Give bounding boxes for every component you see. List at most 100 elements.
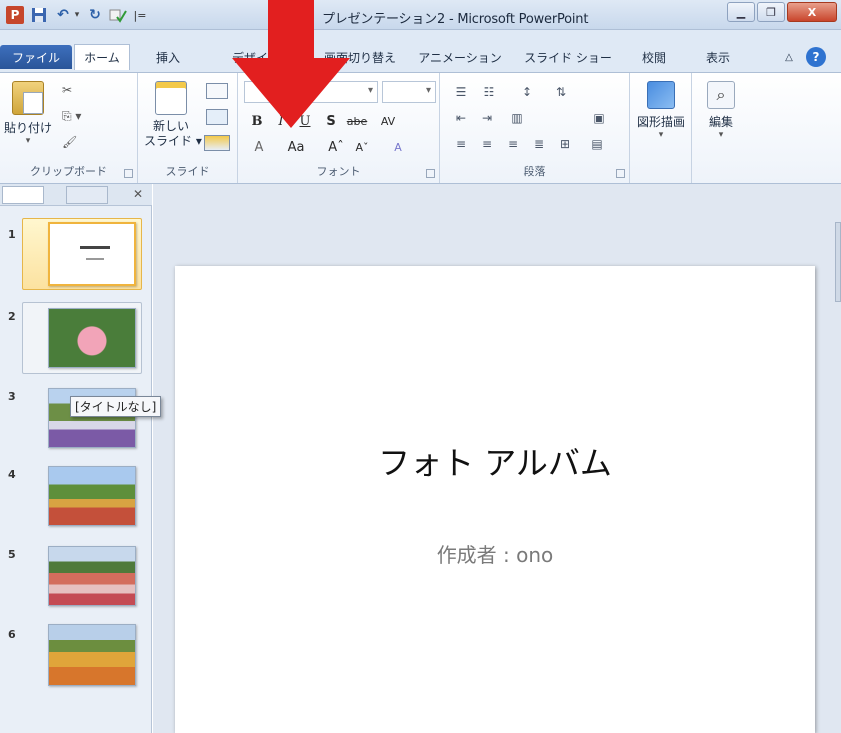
undo-icon[interactable]: ↶ <box>54 6 72 24</box>
align-left-icon[interactable]: ≡ <box>450 135 472 153</box>
change-case-button[interactable]: Aa <box>278 137 314 157</box>
vertical-scrollbar[interactable] <box>835 222 841 302</box>
editing-label: 編集 <box>708 115 733 129</box>
distribute-icon[interactable]: ⊞ <box>554 135 576 153</box>
title-bar: P ↶ ▾ ↻ |= プレゼンテーション2 - Microsoft PowerP… <box>0 0 841 30</box>
redo-icon[interactable]: ↻ <box>86 6 104 24</box>
paragraph-launcher-icon[interactable] <box>616 169 625 178</box>
justify-icon[interactable]: ≣ <box>528 135 550 153</box>
slide-thumbnail-4[interactable] <box>48 466 136 526</box>
slide-canvas[interactable]: フォト アルバム 作成者 : ono <box>175 266 815 733</box>
decrease-indent-icon[interactable]: ⇤ <box>450 109 472 127</box>
close-pane-icon[interactable]: ✕ <box>130 187 146 203</box>
slide-thumbnail-2[interactable] <box>48 308 136 368</box>
drawing-dropdown-icon: ▾ <box>658 130 664 140</box>
editing-dropdown-icon: ▾ <box>718 130 724 140</box>
character-spacing-button[interactable]: AV <box>374 111 402 131</box>
close-button[interactable]: X <box>787 2 837 22</box>
drawing-button[interactable]: 図形描画 ▾ <box>634 81 688 140</box>
paragraph-group-label: 段落 <box>523 165 546 178</box>
shrink-font-button[interactable]: Aˇ <box>350 137 374 157</box>
spelling-icon[interactable] <box>108 6 128 24</box>
slide-number: 6 <box>8 628 16 641</box>
align-text-icon[interactable]: ▤ <box>586 135 608 153</box>
smartart-icon[interactable]: ▣ <box>588 109 610 127</box>
copy-icon[interactable]: ⎘ ▾ <box>62 107 102 125</box>
clear-formatting-button[interactable]: A <box>386 137 410 157</box>
drawing-group: 図形描画 ▾ <box>630 73 692 183</box>
line-spacing-icon[interactable]: ↕ <box>516 83 538 101</box>
undo-dropdown-icon[interactable]: ▾ <box>72 6 82 24</box>
new-slide-button[interactable]: 新しい スライド ▾ <box>144 81 202 149</box>
tab-file[interactable]: ファイル <box>0 45 72 69</box>
font-group-label: フォント <box>316 165 361 178</box>
paste-button[interactable]: 貼り付け ▾ <box>2 81 54 146</box>
ribbon-tab-bar: ファイル ホーム 挿入 デザイン 画面切り替え アニメーション スライド ショー… <box>0 30 841 72</box>
outline-tab-icon[interactable] <box>66 186 108 204</box>
align-center-icon[interactable]: ≡ <box>476 135 498 153</box>
slide-number: 2 <box>8 310 16 323</box>
slide-thumbnail-5[interactable] <box>48 546 136 606</box>
paste-label: 貼り付け <box>3 121 52 135</box>
tab-slideshow[interactable]: スライド ショー <box>520 45 616 69</box>
numbering-icon[interactable]: ☷ <box>478 83 500 101</box>
columns-icon[interactable]: ▥ <box>506 109 528 127</box>
tab-review[interactable]: 校閲 <box>634 45 674 69</box>
paragraph-group: ☰ ☷ ↕ ⇅ ⇤ ⇥ ▥ ▣ ≡ ≡ ≡ ≣ ⊞ ▤ 段落 <box>440 73 630 183</box>
grow-font-button[interactable]: Aˆ <box>324 137 348 157</box>
editing-group: ⌕ 編集 ▾ <box>692 73 750 183</box>
paste-dropdown-icon[interactable]: ▾ <box>2 136 54 146</box>
clipboard-launcher-icon[interactable] <box>124 169 133 178</box>
tab-animations[interactable]: アニメーション <box>418 45 502 69</box>
drawing-label: 図形描画 <box>636 115 685 129</box>
font-color-button[interactable]: A <box>246 137 272 157</box>
tab-view[interactable]: 表示 <box>698 45 738 69</box>
slide-title[interactable]: フォト アルバム <box>175 438 815 484</box>
red-arrow-icon <box>232 0 350 128</box>
slides-group: 新しい スライド ▾ スライド <box>138 73 238 183</box>
thumbnail-title-line <box>80 246 110 249</box>
new-slide-icon <box>155 81 187 115</box>
new-slide-label-2: スライド ▾ <box>144 134 202 148</box>
slide-number: 4 <box>8 468 16 481</box>
editing-button[interactable]: ⌕ 編集 ▾ <box>696 81 746 140</box>
binoculars-icon: ⌕ <box>707 81 735 109</box>
clipboard-group-label: クリップボード <box>30 165 107 178</box>
align-right-icon[interactable]: ≡ <box>502 135 524 153</box>
thumbnail-subtitle-line <box>86 258 104 260</box>
slide-thumbnail-1[interactable] <box>48 222 136 286</box>
slide-thumbnail-6[interactable] <box>48 624 136 686</box>
tab-insert[interactable]: 挿入 <box>148 45 188 69</box>
bullets-icon[interactable]: ☰ <box>450 83 472 101</box>
increase-indent-icon[interactable]: ⇥ <box>476 109 498 127</box>
clipboard-group: 貼り付け ▾ ✂ ⎘ ▾ 🖌 クリップボード <box>0 73 138 183</box>
layout-icon[interactable] <box>206 83 228 99</box>
save-icon[interactable] <box>30 6 48 24</box>
powerpoint-logo-icon[interactable]: P <box>6 6 24 24</box>
shapes-icon <box>647 81 675 109</box>
slide-number: 3 <box>8 390 16 403</box>
text-direction-icon[interactable]: ⇅ <box>550 83 572 101</box>
ribbon-home: 貼り付け ▾ ✂ ⎘ ▾ 🖌 クリップボード 新しい スライド ▾ スライド B… <box>0 72 841 184</box>
restore-button[interactable]: ❐ <box>757 2 785 22</box>
window-title: プレゼンテーション2 - Microsoft PowerPoint <box>322 12 589 27</box>
section-icon[interactable] <box>204 135 230 151</box>
slide-number: 5 <box>8 548 16 561</box>
slide-subtitle[interactable]: 作成者 : ono <box>175 539 815 568</box>
slides-tab-icon[interactable] <box>2 186 44 204</box>
slides-group-label: スライド <box>165 165 210 178</box>
slides-pane: ✕ 1 2 3 4 5 6 [タイトルなし] <box>0 184 162 733</box>
help-icon[interactable]: ? <box>806 47 826 67</box>
font-size-dropdown[interactable] <box>382 81 436 103</box>
customize-quick-access-icon[interactable]: |= <box>132 6 148 24</box>
new-slide-label: 新しい <box>152 119 189 133</box>
minimize-button[interactable]: ▁ <box>727 2 755 22</box>
slide-editing-area: フォト アルバム 作成者 : ono <box>153 184 841 733</box>
font-launcher-icon[interactable] <box>426 169 435 178</box>
paste-icon <box>12 81 44 115</box>
format-painter-icon[interactable]: 🖌 <box>62 133 102 151</box>
reset-icon[interactable] <box>206 109 228 125</box>
tab-home[interactable]: ホーム <box>74 44 130 70</box>
cut-icon[interactable]: ✂ <box>62 81 102 99</box>
minimize-ribbon-icon[interactable]: △ <box>780 45 798 69</box>
